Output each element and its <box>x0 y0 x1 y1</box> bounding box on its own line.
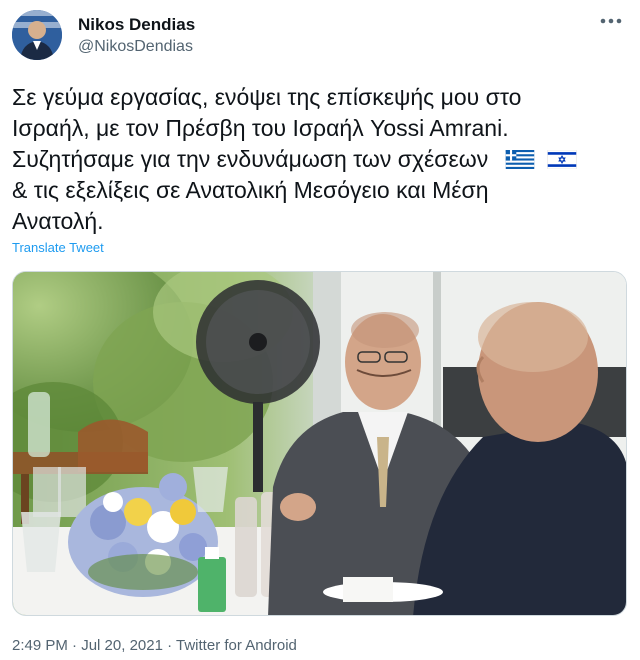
tweet-photo[interactable] <box>12 271 627 616</box>
tweet-text: Σε γεύμα εργασίας, ενόψει της επίσκεψής … <box>12 82 627 237</box>
greece-flag <box>505 150 534 169</box>
dinner-photo-illustration <box>13 272 626 615</box>
avatar-image <box>12 10 62 60</box>
tweet-date[interactable]: Jul 20, 2021 <box>81 637 163 654</box>
tweet-line: Σε γεύμα εργασίας, ενόψει της επίσκεψής … <box>12 84 522 110</box>
avatar[interactable] <box>12 10 62 60</box>
tweet-source-app[interactable]: Twitter for Android <box>176 637 297 654</box>
tweet-line: Συζητήσαμε για την ενδυνάμωση των σχέσεω… <box>12 144 627 175</box>
meta-separator: · <box>162 637 177 654</box>
translate-tweet-link[interactable]: Translate Tweet <box>12 240 104 255</box>
author-handle[interactable]: @NikosDendias <box>78 38 193 56</box>
israel-flag <box>547 150 577 169</box>
more-options-icon[interactable] <box>598 10 624 38</box>
tweet-meta: 2:49 PM · Jul 20, 2021 · Twitter for And… <box>12 637 297 654</box>
author-name[interactable]: Nikos Dendias <box>78 15 195 35</box>
tweet-line: & τις εξελίξεις σε Ανατολική Μεσόγειο κα… <box>12 177 489 203</box>
tweet-line: Ισραήλ, με τον Πρέσβη του Ισραήλ Yossi A… <box>12 115 509 141</box>
tweet-line: Ανατολή. <box>12 208 104 234</box>
tweet-line-text: Συζητήσαμε για την ενδυνάμωση των σχέσεω… <box>12 146 489 172</box>
tweet-time[interactable]: 2:49 PM <box>12 637 68 654</box>
meta-separator: · <box>67 637 82 654</box>
